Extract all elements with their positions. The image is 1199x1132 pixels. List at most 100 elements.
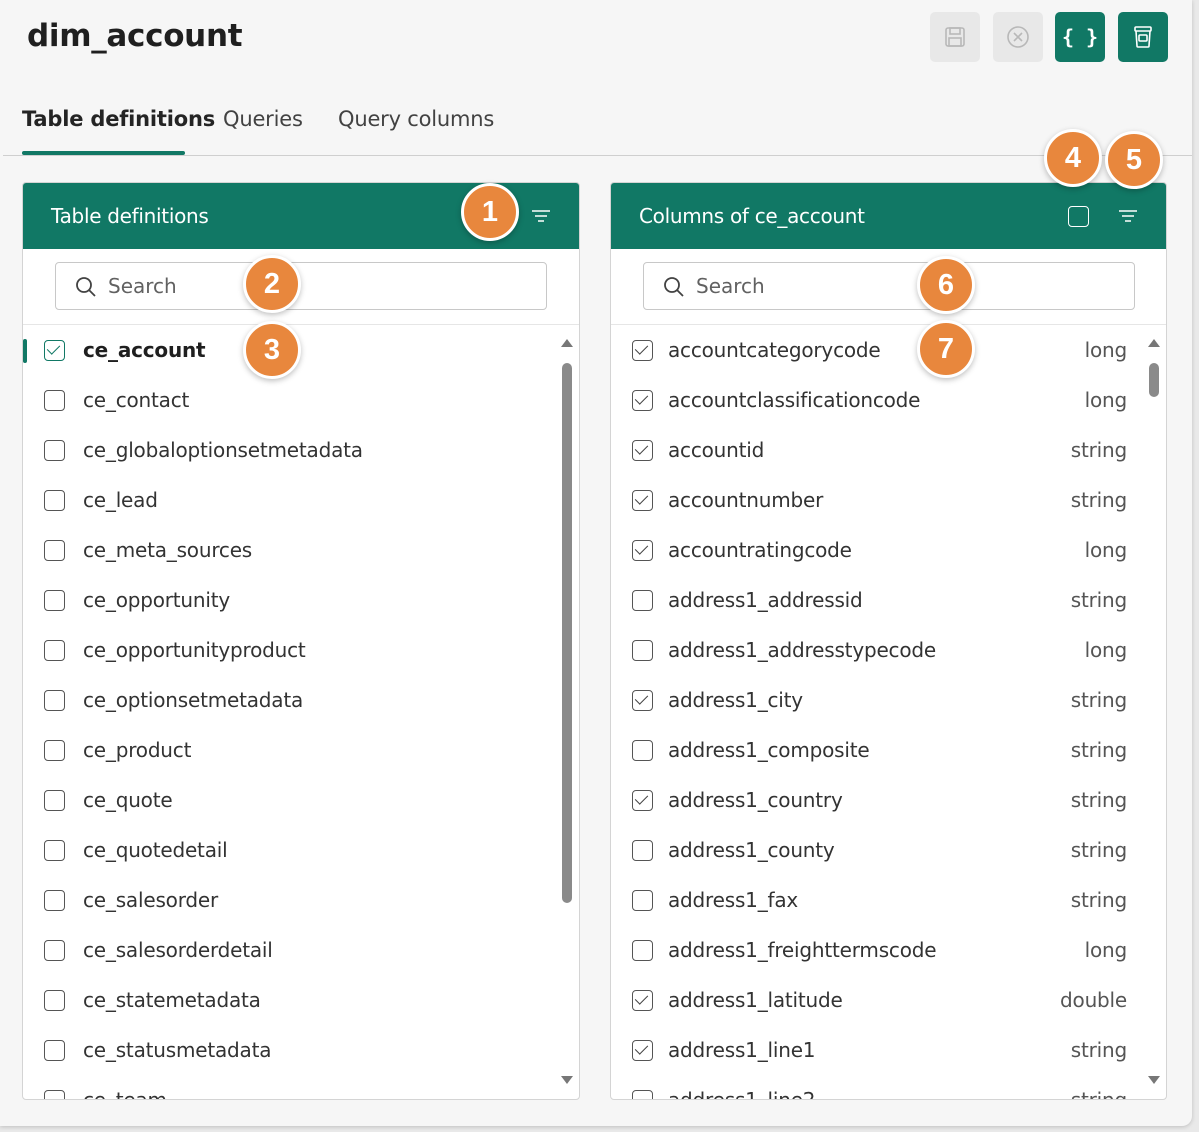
- column-type: long: [1084, 388, 1128, 412]
- column-list-item[interactable]: address1_composite string: [611, 726, 1166, 776]
- column-list: accountcategorycode long accountclassifica…: [611, 326, 1166, 1099]
- table-checkbox[interactable]: [44, 540, 65, 561]
- callout-badge: 3: [243, 321, 301, 379]
- scrollbar-thumb[interactable]: [1149, 363, 1159, 397]
- column-type: string: [1070, 888, 1127, 912]
- column-type: string: [1070, 688, 1127, 712]
- column-checkbox[interactable]: [632, 390, 653, 411]
- column-list-item[interactable]: address1_county string: [611, 826, 1166, 876]
- column-checkbox[interactable]: [632, 440, 653, 461]
- column-name: address1_fax: [668, 888, 799, 912]
- callout-badge: 7: [917, 320, 975, 378]
- save-button[interactable]: [930, 12, 980, 62]
- column-checkbox[interactable]: [632, 940, 653, 961]
- table-list-item[interactable]: ce_meta_sources: [23, 526, 579, 576]
- column-list-item[interactable]: address1_fax string: [611, 876, 1166, 926]
- column-list-item[interactable]: accountcategorycode long: [611, 326, 1166, 376]
- column-list-item[interactable]: address1_latitude double: [611, 976, 1166, 1026]
- table-checkbox[interactable]: [44, 740, 65, 761]
- table-checkbox[interactable]: [44, 790, 65, 811]
- filter-icon[interactable]: [530, 205, 552, 227]
- column-list-item[interactable]: address1_city string: [611, 676, 1166, 726]
- table-checkbox[interactable]: [44, 1040, 65, 1061]
- table-name: ce_salesorder: [83, 888, 218, 912]
- scroll-up-arrow[interactable]: [1147, 338, 1161, 348]
- table-name: ce_meta_sources: [83, 538, 253, 562]
- tab-query-columns[interactable]: Query columns: [338, 107, 494, 131]
- column-checkbox[interactable]: [632, 740, 653, 761]
- table-checkbox[interactable]: [44, 490, 65, 511]
- column-list-item[interactable]: address1_country string: [611, 776, 1166, 826]
- column-name: address1_latitude: [668, 988, 843, 1012]
- column-list-item[interactable]: address1_freighttermscode long: [611, 926, 1166, 976]
- table-list-item[interactable]: ce_statemetadata: [23, 976, 579, 1026]
- column-checkbox[interactable]: [632, 1040, 653, 1061]
- scroll-up-arrow[interactable]: [560, 338, 574, 348]
- table-list-item[interactable]: ce_lead: [23, 476, 579, 526]
- table-list-item[interactable]: ce_opportunityproduct: [23, 626, 579, 676]
- table-checkbox[interactable]: [44, 640, 65, 661]
- table-list-item[interactable]: ce_quotedetail: [23, 826, 579, 876]
- tab-queries[interactable]: Queries: [223, 107, 303, 131]
- filter-icon[interactable]: [1117, 205, 1139, 227]
- table-list-item[interactable]: ce_globaloptionsetmetadata: [23, 426, 579, 476]
- column-checkbox[interactable]: [632, 790, 653, 811]
- scroll-down-arrow[interactable]: [560, 1075, 574, 1085]
- column-name: address1_line1: [668, 1038, 816, 1062]
- table-list-item[interactable]: ce_optionsetmetadata: [23, 676, 579, 726]
- column-checkbox[interactable]: [632, 690, 653, 711]
- column-list-item[interactable]: address1_line1 string: [611, 1026, 1166, 1076]
- column-checkbox[interactable]: [632, 890, 653, 911]
- trash-icon: [1134, 26, 1152, 48]
- table-list-item[interactable]: ce_product: [23, 726, 579, 776]
- column-checkbox[interactable]: [632, 990, 653, 1011]
- table-checkbox[interactable]: [44, 990, 65, 1011]
- column-checkbox[interactable]: [632, 540, 653, 561]
- column-checkbox[interactable]: [632, 640, 653, 661]
- column-list-item[interactable]: accountnumber string: [611, 476, 1166, 526]
- table-list-item[interactable]: ce_salesorder: [23, 876, 579, 926]
- page-title: dim_account: [27, 18, 243, 54]
- discard-button[interactable]: [993, 12, 1043, 62]
- scrollbar-thumb[interactable]: [562, 363, 572, 903]
- column-checkbox[interactable]: [632, 340, 653, 361]
- table-list-item[interactable]: ce_quote: [23, 776, 579, 826]
- table-checkbox[interactable]: [44, 890, 65, 911]
- column-checkbox[interactable]: [632, 490, 653, 511]
- table-checkbox[interactable]: [44, 440, 65, 461]
- delete-button[interactable]: [1118, 12, 1168, 62]
- save-icon: [945, 27, 965, 47]
- scroll-down-arrow[interactable]: [1147, 1075, 1161, 1085]
- column-list-item[interactable]: accountclassificationcode long: [611, 376, 1166, 426]
- table-checkbox[interactable]: [44, 1090, 65, 1099]
- column-checkbox[interactable]: [632, 840, 653, 861]
- table-checkbox[interactable]: [44, 840, 65, 861]
- table-list-item[interactable]: ce_team: [23, 1076, 579, 1099]
- view-json-button[interactable]: { }: [1055, 12, 1105, 62]
- table-checkbox[interactable]: [44, 590, 65, 611]
- column-checkbox[interactable]: [632, 590, 653, 611]
- table-list-item[interactable]: ce_statusmetadata: [23, 1026, 579, 1076]
- table-checkbox[interactable]: [44, 390, 65, 411]
- table-checkbox[interactable]: [44, 940, 65, 961]
- column-list-item[interactable]: address1_addressid string: [611, 576, 1166, 626]
- column-type: string: [1070, 488, 1127, 512]
- table-checkbox[interactable]: [44, 690, 65, 711]
- tab-table-definitions[interactable]: Table definitions: [22, 107, 215, 131]
- column-checkbox[interactable]: [632, 1090, 653, 1099]
- column-list-item[interactable]: accountid string: [611, 426, 1166, 476]
- column-name: address1_county: [668, 838, 835, 862]
- table-list-item[interactable]: ce_contact: [23, 376, 579, 426]
- select-all-checkbox[interactable]: [1068, 206, 1089, 227]
- column-list-item[interactable]: accountratingcode long: [611, 526, 1166, 576]
- table-checkbox[interactable]: [44, 340, 65, 361]
- table-list-item[interactable]: ce_account: [23, 326, 579, 376]
- column-list-item[interactable]: address1_line2 string: [611, 1076, 1166, 1099]
- callout-badge: 5: [1105, 131, 1163, 189]
- table-list-item[interactable]: ce_salesorderdetail: [23, 926, 579, 976]
- table-list-item[interactable]: ce_opportunity: [23, 576, 579, 626]
- column-name: address1_addressid: [668, 588, 863, 612]
- table-name: ce_account: [83, 338, 206, 362]
- column-list-item[interactable]: address1_addresstypecode long: [611, 626, 1166, 676]
- table-name: ce_quote: [83, 788, 173, 812]
